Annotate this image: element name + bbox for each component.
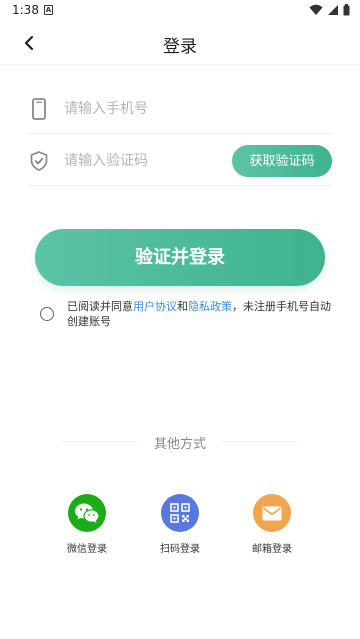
phone-icon xyxy=(28,96,50,122)
page-title: 登录 xyxy=(163,37,197,57)
status-icons xyxy=(309,4,350,16)
status-time: 1:38 xyxy=(12,3,39,17)
verify-login-button[interactable]: 验证并登录 xyxy=(35,229,325,286)
agreement-and: 和 xyxy=(177,300,188,313)
header-divider xyxy=(0,64,360,65)
phone-row xyxy=(28,84,332,134)
user-agreement-link[interactable]: 用户协议 xyxy=(133,300,177,313)
wechat-login-label: 微信登录 xyxy=(67,544,107,555)
signal-icon xyxy=(328,5,338,15)
privacy-policy-link[interactable]: 隐私政策 xyxy=(188,300,232,313)
wechat-login[interactable]: 微信登录 xyxy=(57,494,117,555)
email-login-label: 邮箱登录 xyxy=(252,544,292,555)
notification-a-icon: A xyxy=(44,5,53,15)
code-input[interactable] xyxy=(64,146,224,176)
code-row: 获取验证码 xyxy=(28,136,332,186)
code-row-divider xyxy=(28,185,332,186)
status-bar: 1:38 A xyxy=(0,0,360,22)
agreement-checkbox[interactable] xyxy=(40,307,54,321)
get-code-button[interactable]: 获取验证码 xyxy=(232,145,332,177)
app-header: 登录 xyxy=(0,22,360,64)
shield-check-icon xyxy=(28,148,50,174)
other-divider-right xyxy=(222,441,298,442)
agreement-prefix: 已阅读并同意 xyxy=(67,300,133,313)
phone-row-divider xyxy=(28,133,332,134)
qr-code-icon xyxy=(161,494,199,532)
qr-login[interactable]: 扫码登录 xyxy=(150,494,210,555)
mail-icon xyxy=(253,494,291,532)
wifi-icon xyxy=(309,4,323,15)
qr-login-label: 扫码登录 xyxy=(160,544,200,555)
email-login[interactable]: 邮箱登录 xyxy=(242,494,302,555)
wechat-icon xyxy=(68,494,106,532)
other-methods-title: 其他方式 xyxy=(153,437,206,452)
phone-input[interactable] xyxy=(64,94,224,124)
battery-icon xyxy=(343,4,350,16)
agreement-text: 已阅读并同意用户协议和隐私政策，未注册手机号自动创建账号 xyxy=(67,299,337,329)
